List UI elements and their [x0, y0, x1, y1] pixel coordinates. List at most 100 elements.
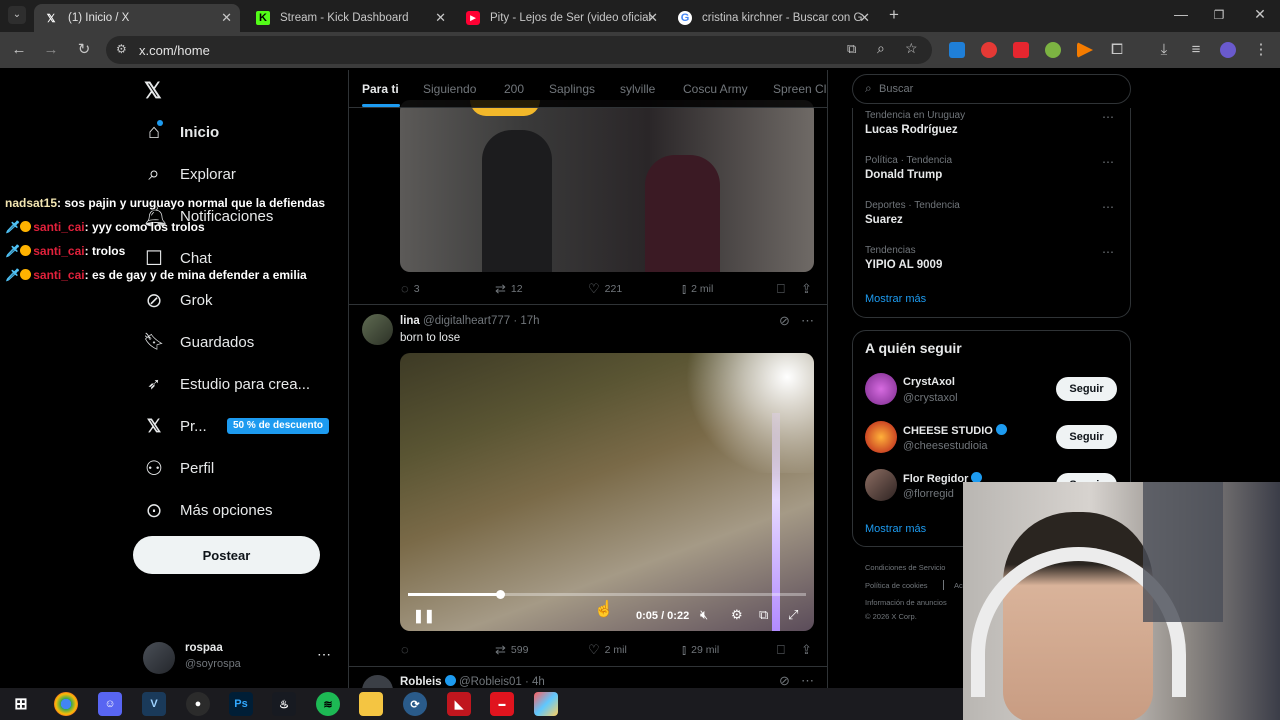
post-more-icon[interactable]: ⋯ — [801, 673, 814, 689]
x-logo-icon[interactable]: 𝕏 — [144, 78, 162, 104]
nav-grok[interactable]: ⊘ Grok — [143, 285, 213, 315]
video-progress-knob[interactable] — [495, 590, 505, 599]
post-time[interactable]: · 17h — [513, 315, 539, 327]
like-button[interactable]: ♡ 221 — [588, 281, 622, 297]
close-window-icon[interactable]: ✕ — [1250, 6, 1270, 23]
nav-mas-opciones[interactable]: ⊙ Más opciones — [143, 495, 273, 525]
trend-more-icon[interactable]: ⋯ — [1102, 200, 1114, 214]
nav-premium[interactable]: 𝕏 Pr... 50 % de descuento — [143, 411, 330, 441]
back-icon[interactable]: ← — [10, 41, 28, 59]
media-controls-icon[interactable]: ≡ — [1187, 41, 1205, 59]
nav-explorar[interactable]: ⌕ Explorar — [143, 159, 235, 189]
footer-link[interactable]: Política de cookies — [865, 581, 928, 590]
views-button[interactable]: ⫾ 29 mil — [682, 642, 719, 658]
like-button[interactable]: ♡ 2 mil — [588, 642, 627, 658]
close-tab-icon[interactable]: ✕ — [647, 10, 658, 26]
extension-red-icon[interactable] — [981, 42, 997, 58]
trend-more-icon[interactable]: ⋯ — [1102, 155, 1114, 169]
follow-name[interactable]: CHEESE STUDIO — [903, 425, 993, 437]
post-button[interactable]: Postear — [133, 536, 320, 574]
follow-button[interactable]: Seguir — [1056, 377, 1117, 401]
install-icon[interactable]: ⧉ — [847, 41, 856, 57]
extension-play-icon[interactable] — [1077, 42, 1093, 58]
post-author-name[interactable]: Robleis — [400, 676, 442, 688]
trend-name[interactable]: Lucas Rodríguez — [865, 124, 958, 136]
close-tab-icon[interactable]: ✕ — [859, 10, 870, 26]
close-tab-icon[interactable]: ✕ — [221, 10, 232, 26]
trend-name[interactable]: Donald Trump — [865, 169, 942, 181]
show-more-trends-link[interactable]: Mostrar más — [865, 293, 926, 305]
nav-guardados[interactable]: 🔖︎ Guardados — [143, 327, 254, 357]
footer-link[interactable]: Condiciones de Servicio — [865, 563, 945, 572]
pip-icon[interactable]: ⧉ — [759, 607, 768, 623]
windows-start-icon[interactable]: ⊞ — [9, 692, 33, 716]
nav-perfil[interactable]: ⚇ Perfil — [143, 453, 214, 483]
reply-button[interactable]: ◌ — [401, 642, 414, 657]
tab-saplings[interactable]: Saplings — [549, 82, 595, 96]
download-icon[interactable]: ⤓ — [1155, 41, 1173, 59]
post-time[interactable]: · 4h — [525, 676, 545, 688]
tab-coscu-army[interactable]: Coscu Army — [683, 82, 748, 96]
settings-gear-icon[interactable]: ⚙ — [731, 607, 743, 623]
tab-x-home[interactable]: 𝕏 (1) Inicio / X ✕ — [34, 4, 240, 32]
app-taskbar-icon[interactable]: ⟳ — [403, 692, 427, 716]
search-box[interactable]: ⌕ Buscar — [852, 74, 1131, 104]
tab-spreen[interactable]: Spreen Cl — [773, 82, 826, 96]
close-tab-icon[interactable]: ✕ — [435, 10, 446, 26]
footer-link[interactable]: Ac — [954, 581, 963, 590]
footer-link[interactable]: Información de anuncios — [865, 598, 947, 607]
extensions-puzzle-icon[interactable]: ⧠ — [1108, 41, 1126, 59]
post-more-icon[interactable]: ⋯ — [801, 313, 814, 329]
share-button[interactable]: ⇪ — [801, 642, 817, 658]
app-red-taskbar-icon[interactable]: ◣ — [447, 692, 471, 716]
video-progress-track[interactable] — [408, 590, 806, 599]
vegas-taskbar-icon[interactable]: V — [142, 692, 166, 716]
fullscreen-icon[interactable]: ⤢ — [788, 607, 798, 623]
discord-taskbar-icon[interactable]: ☺ — [98, 692, 122, 716]
show-more-follow-link[interactable]: Mostrar más — [865, 523, 926, 535]
grok-post-icon[interactable]: ⊘ — [779, 673, 790, 689]
nav-inicio[interactable]: ⌂ Inicio — [143, 117, 219, 147]
steam-taskbar-icon[interactable]: ♨ — [272, 692, 296, 716]
video-player[interactable]: ❚❚ 0:05 / 0:22 🔇︎ ⚙ ⧉ ⤢ ☝ — [400, 353, 814, 631]
post-author-handle[interactable]: @digitalheart777 — [423, 315, 510, 327]
tab-google[interactable]: G cristina kirchner - Buscar con G ✕ — [668, 4, 878, 32]
obs-taskbar-icon[interactable]: ● — [186, 692, 210, 716]
bookmark-star-icon[interactable]: ☆ — [905, 40, 918, 57]
bookmark-button[interactable]: ⎕ — [777, 281, 790, 297]
app-color-taskbar-icon[interactable] — [534, 692, 558, 716]
grok-post-icon[interactable]: ⊘ — [779, 313, 790, 329]
tab-youtube[interactable]: ▶ Pity - Lejos de Ser (video oficial ✕ — [456, 4, 666, 32]
follow-name[interactable]: CrystAxol — [903, 376, 955, 388]
trend-more-icon[interactable]: ⋯ — [1102, 110, 1114, 124]
tab-kick[interactable]: K Stream - Kick Dashboard ✕ — [246, 4, 454, 32]
reload-icon[interactable]: ↻ — [75, 41, 93, 59]
file-explorer-taskbar-icon[interactable] — [359, 692, 383, 716]
bookmark-button[interactable]: ⎕ — [777, 642, 790, 658]
forward-icon[interactable]: → — [42, 41, 60, 59]
trend-name[interactable]: Suarez — [865, 214, 903, 226]
tab-200[interactable]: 200 — [504, 82, 524, 96]
repost-button[interactable]: ⇄ 12 — [495, 281, 523, 297]
post-author-handle[interactable]: @Robleis01 — [459, 676, 522, 688]
restore-icon[interactable]: ❐ — [1209, 8, 1229, 22]
reply-button[interactable]: ◌ 3 — [401, 281, 420, 296]
chrome-menu-icon[interactable]: ⋮ — [1252, 41, 1270, 59]
tab-sylville[interactable]: sylville — [620, 82, 655, 96]
post-author-name[interactable]: lina — [400, 315, 420, 327]
volume-mute-icon[interactable]: 🔇︎ — [700, 607, 708, 623]
follow-button[interactable]: Seguir — [1056, 425, 1117, 449]
app-red-logo-taskbar-icon[interactable]: ▬ — [490, 692, 514, 716]
extension-color-icon[interactable] — [1045, 42, 1061, 58]
trend-more-icon[interactable]: ⋯ — [1102, 245, 1114, 259]
tab-siguiendo[interactable]: Siguiendo — [423, 82, 476, 96]
minimize-icon[interactable]: — — [1171, 6, 1191, 22]
extension-video-icon[interactable] — [1013, 42, 1029, 58]
post-author-avatar[interactable] — [362, 314, 393, 345]
trend-name[interactable]: YIPIO AL 9009 — [865, 259, 942, 271]
post-media-image[interactable] — [400, 100, 814, 272]
pause-icon[interactable]: ❚❚ — [413, 608, 435, 624]
chrome-taskbar-icon[interactable] — [54, 692, 78, 716]
profile-avatar-icon[interactable] — [1220, 42, 1236, 58]
nav-estudio[interactable]: ➶ Estudio para crea... — [143, 369, 310, 399]
